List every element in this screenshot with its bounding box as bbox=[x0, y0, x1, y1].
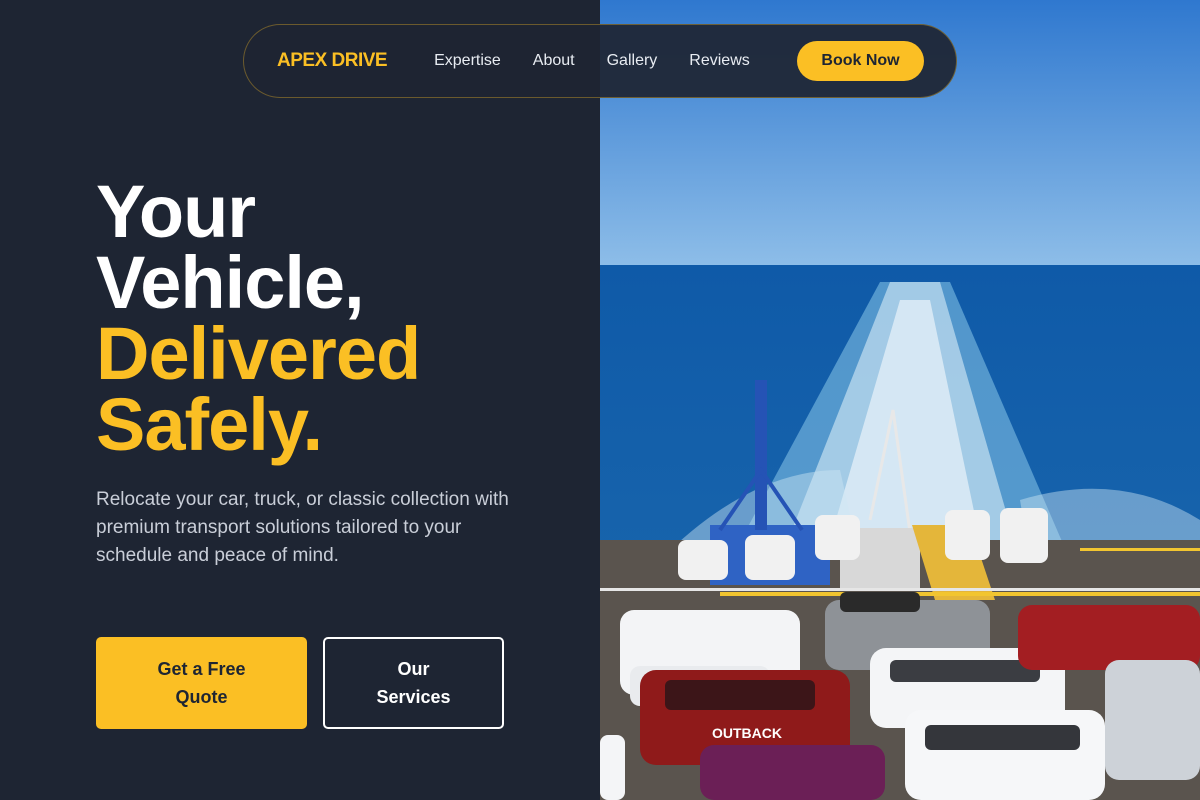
top-navigation: APEX DRIVE Expertise About Gallery Revie… bbox=[243, 24, 957, 98]
van-decal: OUTBACK bbox=[712, 725, 782, 741]
book-now-button[interactable]: Book Now bbox=[797, 41, 924, 81]
hero-subtext: Relocate your car, truck, or classic col… bbox=[96, 489, 509, 566]
hero-image: OUTBACK bbox=[600, 0, 1200, 800]
nav-link-gallery[interactable]: Gallery bbox=[607, 52, 658, 70]
headline-line-2: Vehicle, bbox=[96, 241, 365, 324]
nav-link-reviews[interactable]: Reviews bbox=[689, 52, 749, 70]
headline-line-1: Your bbox=[96, 170, 256, 253]
hero-headline: Your Vehicle, Delivered Safely. bbox=[96, 170, 421, 466]
headline-line-4: Safely. bbox=[96, 383, 323, 466]
get-free-quote-button[interactable]: Get a Free Quote bbox=[96, 637, 307, 729]
our-services-button[interactable]: Our Services bbox=[323, 637, 504, 729]
headline-line-3: Delivered bbox=[96, 312, 421, 395]
nav-link-expertise[interactable]: Expertise bbox=[434, 52, 501, 70]
brand-logo[interactable]: APEX DRIVE bbox=[277, 50, 388, 72]
nav-link-about[interactable]: About bbox=[533, 52, 575, 70]
